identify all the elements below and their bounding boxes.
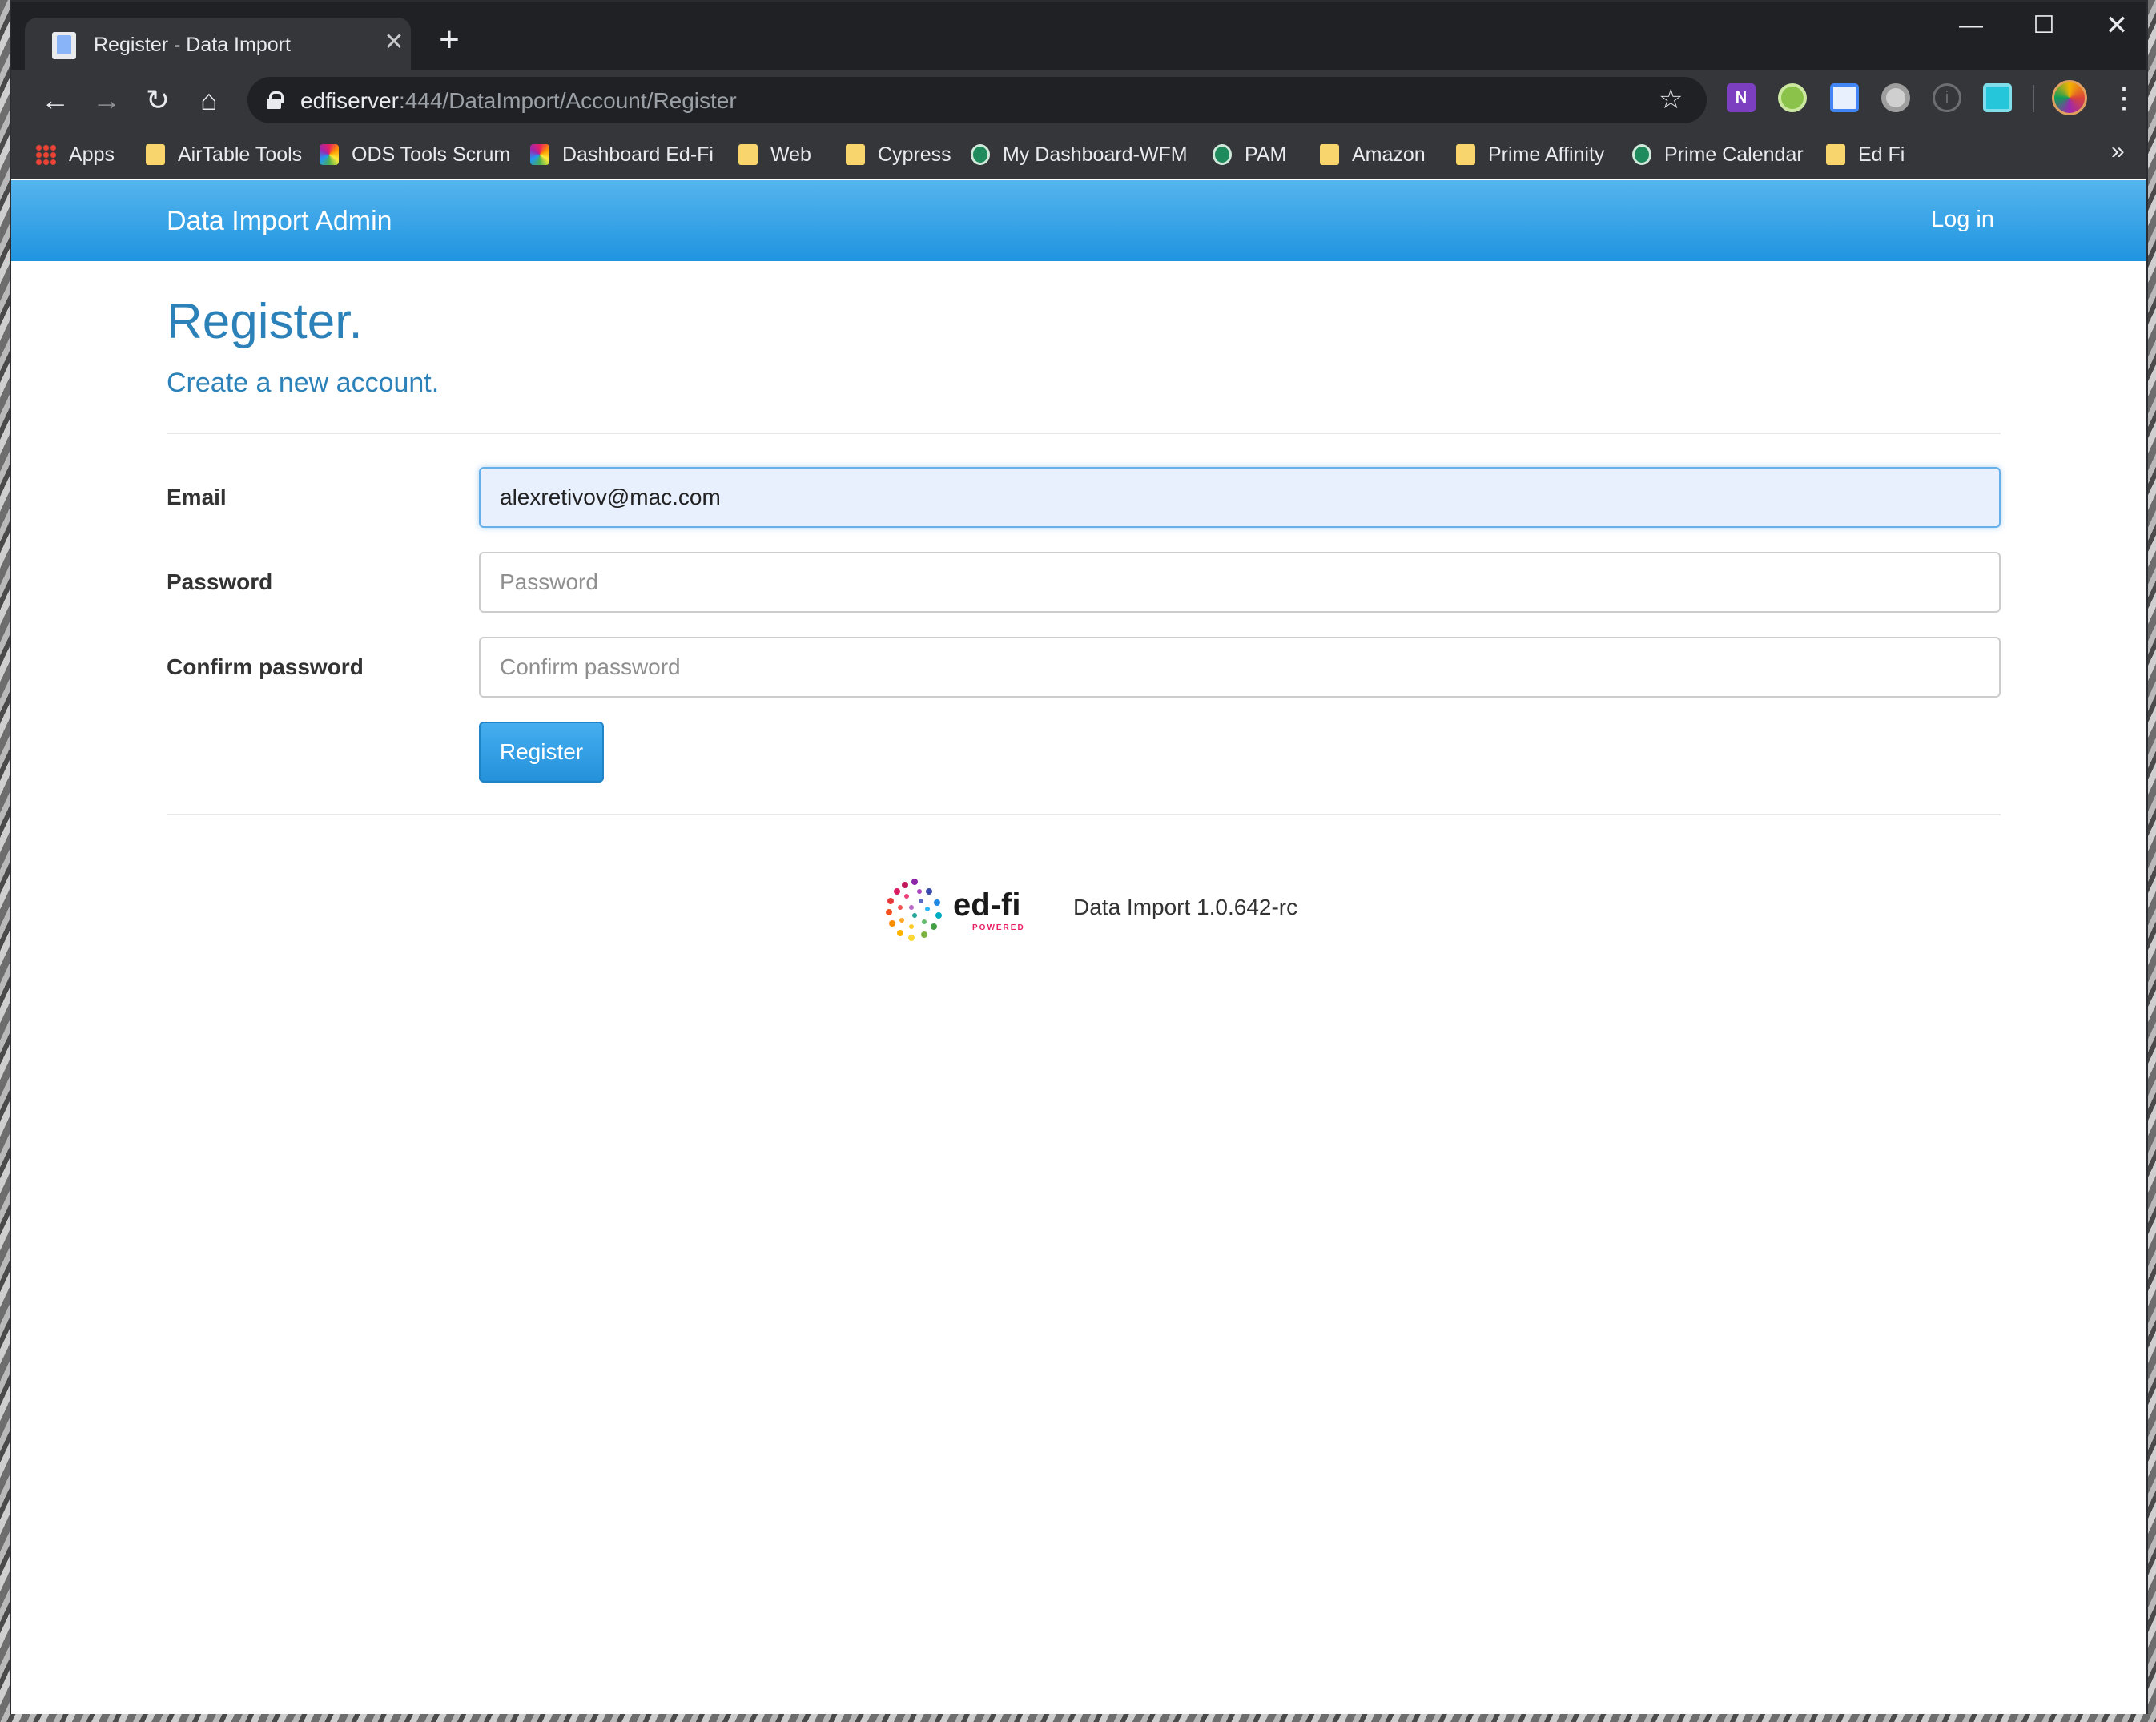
- folder-icon: [1826, 144, 1845, 165]
- bookmark-amazon[interactable]: Amazon: [1320, 139, 1426, 170]
- folder-icon: [1320, 144, 1339, 165]
- bookmark-label: Ed Fi: [1858, 143, 1905, 166]
- browser-menu-icon[interactable]: ⋮: [2110, 80, 2138, 115]
- tab-close-icon[interactable]: ✕: [380, 29, 408, 56]
- page-subtitle: Create a new account.: [167, 368, 440, 398]
- wfm-icon: [1213, 144, 1232, 165]
- url-text[interactable]: edfiserver:444/DataImport/Account/Regist…: [300, 88, 737, 114]
- edfi-logo: ed-fi POWERED: [886, 879, 1025, 941]
- page-title: Register.: [167, 294, 363, 349]
- bookmark-label: Prime Calendar: [1664, 143, 1804, 166]
- wfm-icon: [1632, 144, 1651, 165]
- window-close-button[interactable]: ✕: [2089, 10, 2145, 42]
- bookmark-ed-fi[interactable]: Ed Fi: [1826, 139, 1905, 170]
- bookmark-star-icon[interactable]: ☆: [1659, 83, 1683, 115]
- bookmark-label: Prime Affinity: [1488, 143, 1605, 166]
- email-field[interactable]: [479, 467, 2001, 528]
- bookmark-label: Cypress: [878, 143, 951, 166]
- green-extension-icon[interactable]: [1778, 83, 1807, 112]
- bookmark-label: Apps: [69, 143, 115, 166]
- reload-icon[interactable]: ↻: [139, 82, 176, 119]
- version-text: Data Import 1.0.642-rc: [1073, 895, 1298, 919]
- bookmark-cypress[interactable]: Cypress: [846, 139, 951, 170]
- bookmark-dashboard-edfi[interactable]: Dashboard Ed-Fi: [530, 139, 714, 170]
- page-viewport: Data Import Admin Log in Register. Creat…: [11, 180, 2146, 1714]
- url-path: :444/DataImport/Account/Register: [398, 88, 737, 113]
- bookmarks-bar: Apps AirTable Tools ODS Tools Scrum Dash…: [11, 130, 2146, 179]
- bookmark-airtable-tools[interactable]: AirTable Tools: [146, 139, 302, 170]
- screenshot-extension-icon[interactable]: [1830, 83, 1859, 112]
- browser-tab[interactable]: Register - Data Import ✕: [25, 18, 411, 70]
- password-field[interactable]: [479, 552, 2001, 613]
- toolbar-divider: [2033, 85, 2034, 112]
- confirm-password-field[interactable]: [479, 637, 2001, 698]
- back-arrow-icon[interactable]: ←: [37, 82, 74, 119]
- bookmark-label: My Dashboard-WFM: [1003, 143, 1188, 166]
- profile-avatar[interactable]: [2052, 80, 2087, 115]
- logo-wordmark: ed-fi: [953, 887, 1020, 923]
- bookmark-label: AirTable Tools: [178, 143, 303, 166]
- login-link[interactable]: Log in: [1931, 207, 1994, 233]
- tab-title: Register - Data Import: [94, 34, 291, 56]
- bookmark-apps[interactable]: Apps: [35, 139, 115, 170]
- wfm-icon: [971, 144, 990, 165]
- password-label: Password: [167, 569, 273, 594]
- forward-arrow-icon[interactable]: →: [88, 82, 125, 119]
- register-button[interactable]: Register: [479, 722, 604, 783]
- lock-icon[interactable]: [267, 91, 284, 109]
- url-host: edfiserver: [300, 88, 399, 113]
- bookmark-label: ODS Tools Scrum: [352, 143, 511, 166]
- info-extension-icon[interactable]: i: [1933, 83, 1961, 112]
- window-maximize-button[interactable]: ☐: [2016, 10, 2072, 42]
- home-icon[interactable]: ⌂: [191, 82, 227, 119]
- onenote-extension-icon[interactable]: N: [1727, 83, 1756, 112]
- bookmarks-overflow-button[interactable]: »: [2111, 138, 2125, 165]
- browser-toolbar: ← → ↻ ⌂ edfiserver:444/DataImport/Accoun…: [11, 70, 2146, 130]
- address-bar[interactable]: edfiserver:444/DataImport/Account/Regist…: [247, 77, 1707, 123]
- browser-window: Register - Data Import ✕ + — ☐ ✕ ← → ↻ ⌂…: [10, 0, 2148, 1714]
- bookmark-label: Amazon: [1352, 143, 1426, 166]
- edfi-logo-burst-icon: [886, 879, 942, 941]
- folder-icon: [1456, 144, 1475, 165]
- app-brand-link[interactable]: Data Import Admin: [167, 206, 392, 237]
- bookmark-label: PAM: [1245, 143, 1287, 166]
- gray-extension-icon[interactable]: [1881, 83, 1910, 112]
- folder-icon: [738, 144, 758, 165]
- window-minimize-button[interactable]: —: [1943, 10, 1999, 42]
- confirm-password-label: Confirm password: [167, 654, 364, 679]
- new-tab-button[interactable]: +: [432, 22, 466, 58]
- bookmark-pam[interactable]: PAM: [1213, 139, 1286, 170]
- bookmark-web[interactable]: Web: [738, 139, 811, 170]
- bookmark-label: Dashboard Ed-Fi: [562, 143, 714, 166]
- tab-strip: Register - Data Import ✕ + — ☐ ✕: [11, 2, 2146, 70]
- folder-icon: [846, 144, 865, 165]
- bookmark-prime-affinity[interactable]: Prime Affinity: [1456, 139, 1604, 170]
- apps-grid-icon: [35, 144, 56, 165]
- logo-subtext: POWERED: [972, 923, 1025, 932]
- divider: [167, 433, 2001, 434]
- bookmark-my-dashboard-wfm[interactable]: My Dashboard-WFM: [971, 139, 1188, 170]
- edfi-icon: [530, 144, 549, 165]
- bookmark-ods-tools-scrum[interactable]: ODS Tools Scrum: [320, 139, 510, 170]
- app-navbar: Data Import Admin Log in: [11, 180, 2146, 261]
- divider: [167, 814, 2001, 815]
- page-favicon-icon: [52, 32, 76, 59]
- bookmark-prime-calendar[interactable]: Prime Calendar: [1632, 139, 1804, 170]
- edfi-icon: [320, 144, 339, 165]
- teal-extension-icon[interactable]: [1983, 83, 2012, 112]
- email-label: Email: [167, 485, 227, 509]
- folder-icon: [146, 144, 165, 165]
- bookmark-label: Web: [770, 143, 811, 166]
